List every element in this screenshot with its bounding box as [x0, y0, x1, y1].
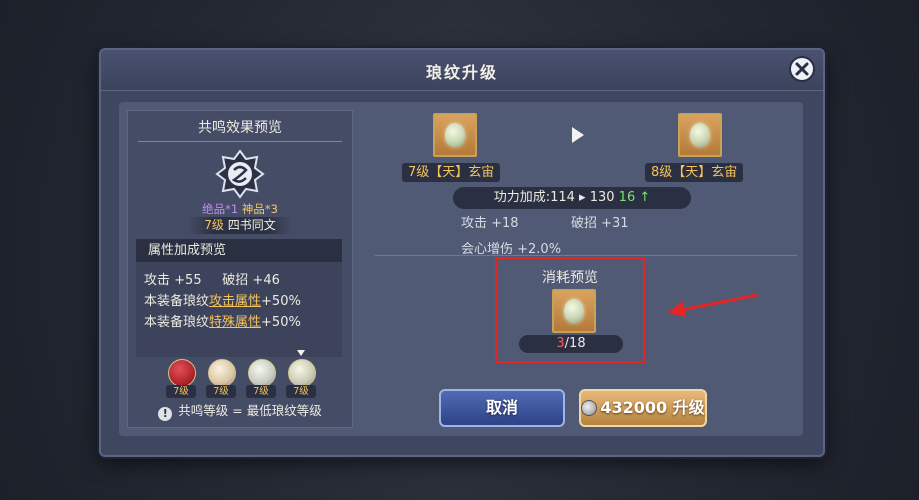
next-item-card[interactable]: [678, 113, 722, 157]
silver-coin-icon: [581, 400, 598, 416]
jade-pendant-icon: [564, 299, 584, 323]
attack-value: +55: [174, 273, 202, 288]
cancel-button[interactable]: 取消: [439, 389, 565, 427]
special-attribute-link[interactable]: 特殊属性: [209, 315, 261, 330]
dialog-body: 共鸣效果预览 绝品*1 神品*3 7级 四书同文 属性加成预览 攻击 +55 破…: [119, 102, 803, 436]
attr-row-prefix: 本装备琅纹: [144, 315, 210, 330]
attr-row-special-bonus: 本装备琅纹特殊属性+50%: [144, 311, 301, 330]
upgrade-label: 升级: [667, 398, 705, 417]
red-pointer-arrow-icon: [667, 293, 758, 317]
quality-divine: 神品*3: [241, 202, 278, 216]
close-button[interactable]: [789, 56, 815, 82]
attack-attribute-link[interactable]: 攻击属性: [209, 294, 261, 309]
resonance-level-name: 四书同文: [223, 218, 276, 232]
pendant-gem-icon: [288, 359, 316, 387]
resonance-level: 7级 四书同文: [188, 217, 292, 234]
jade-pendant-icon: [445, 123, 465, 147]
attr-row-attack-bonus: 本装备琅纹攻击属性+50%: [144, 290, 301, 309]
gem-level: 7级: [246, 385, 276, 398]
info-icon: !: [158, 407, 173, 421]
pendant-gem-icon: [208, 359, 236, 387]
quality-summary: 绝品*1 神品*3: [128, 201, 352, 217]
upgrade-arrow-icon: [572, 127, 584, 143]
resonance-note-text: 共鸣等级 = 最低琅纹等级: [178, 403, 322, 418]
upgrade-dialog: 琅纹升级 共鸣效果预览 绝品*1 神品*3 7级 四书同文 属性加成预览 攻击 …: [99, 48, 825, 457]
resonance-panel: 共鸣效果预览 绝品*1 神品*3 7级 四书同文 属性加成预览 攻击 +55 破…: [127, 110, 353, 428]
next-item-label: 8级【天】玄宙: [645, 163, 744, 182]
consume-item-card[interactable]: [552, 289, 596, 333]
break-value: +46: [252, 273, 280, 288]
attr-row-prefix: 本装备琅纹: [144, 294, 210, 309]
close-icon: [795, 62, 809, 76]
red-gem-icon: [168, 359, 196, 387]
consume-have: 3: [556, 336, 565, 351]
resonance-note: ! 共鸣等级 = 最低琅纹等级: [128, 400, 352, 421]
power-bonus-text: 功力加成:114 ▸ 130: [493, 190, 619, 205]
attribute-preview: 属性加成预览 攻击 +55 破招 +46 本装备琅纹攻击属性+50% 本装备琅纹…: [136, 239, 342, 357]
consume-need: /18: [564, 336, 586, 351]
consume-title: 消耗预览: [542, 270, 598, 286]
gem-level: 7级: [206, 385, 236, 398]
attr-row-stats: 攻击 +55 破招 +46: [144, 269, 280, 288]
resonance-emblem-icon: [215, 149, 265, 199]
attr-row-value: +50%: [261, 294, 301, 309]
attack-label: 攻击: [144, 273, 171, 288]
stat-attack: 攻击 +18: [461, 216, 519, 231]
divider: [375, 255, 797, 256]
jade-pendant-icon: [690, 123, 710, 147]
gem-slot[interactable]: 7级: [246, 359, 276, 398]
dialog-titlebar: 琅纹升级: [101, 50, 823, 91]
break-label: 破招: [222, 273, 249, 288]
dialog-title: 琅纹升级: [425, 63, 498, 82]
power-gain-value: 16 ↑: [618, 190, 651, 205]
resonance-title: 共鸣效果预览: [198, 120, 282, 136]
upgrade-cost: 432000: [600, 398, 668, 417]
attribute-preview-header: 属性加成预览: [136, 239, 342, 262]
gem-level: 7级: [286, 385, 316, 398]
gem-slot[interactable]: 7级: [206, 359, 236, 398]
gem-slot[interactable]: 7级: [166, 359, 196, 398]
selected-indicator-icon: [297, 350, 305, 356]
current-item-label: 7级【天】玄宙: [402, 163, 501, 182]
power-bonus: 功力加成:114 ▸ 130 16 ↑: [453, 187, 691, 209]
divider: [138, 141, 342, 142]
consume-preview: 消耗预览 3/18: [495, 257, 645, 363]
quality-excellent: 绝品*1: [202, 202, 239, 216]
pendant-gem-icon: [248, 359, 276, 387]
upgrade-button[interactable]: 432000 升级: [579, 389, 707, 427]
resonance-level-value: 7级: [204, 218, 224, 232]
attr-row-value: +50%: [261, 315, 301, 330]
gem-slot-selected[interactable]: 7级: [286, 350, 316, 398]
gem-slots: 7级 7级 7级 7级: [166, 350, 316, 399]
gem-level: 7级: [166, 385, 196, 398]
stat-break: 破招 +31: [571, 216, 629, 231]
consume-count: 3/18: [519, 335, 623, 353]
current-item-card[interactable]: [433, 113, 477, 157]
